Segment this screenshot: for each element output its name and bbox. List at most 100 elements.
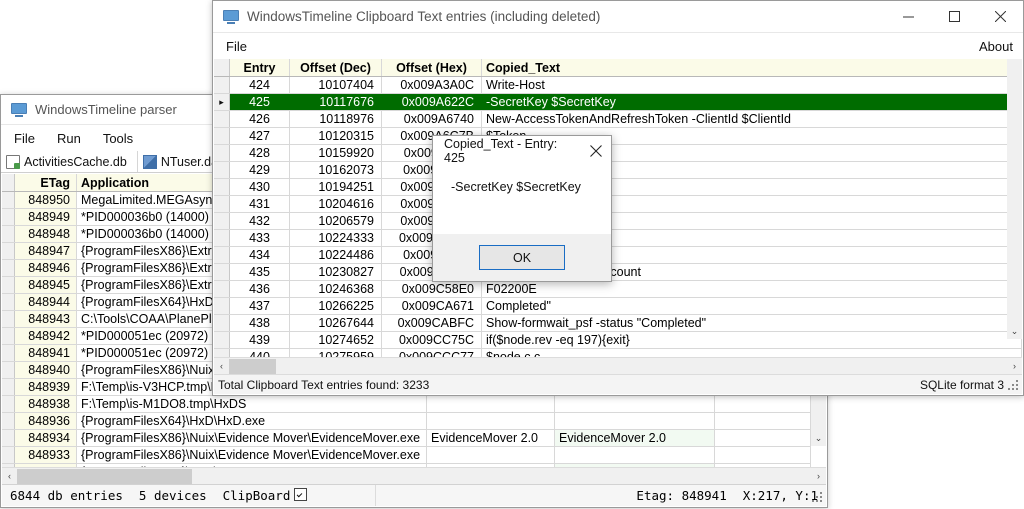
tab-activitiescache-db[interactable]: ActivitiesCache.db [1,151,138,172]
row-selector[interactable] [2,243,15,259]
cell-copied-text: Write-Host [482,77,1022,93]
row-selector[interactable] [2,294,15,310]
status-clipboard[interactable]: ClipBoard [215,488,316,503]
menu-file[interactable]: File [217,36,256,57]
row-selector[interactable] [2,396,15,412]
table-row[interactable]: ▸ 425 10117676 0x009A622C -SecretKey $Secret… [214,94,1022,111]
cell-offset-dec: 10206579 [290,213,382,229]
cell-offset-hex: 0x009A6740 [382,111,482,127]
row-selector[interactable] [2,447,15,463]
cell-entry: 436 [230,281,290,297]
menu-about[interactable]: About [979,39,1013,54]
row-selector[interactable] [214,332,230,348]
cell-entry: 440 [230,349,290,357]
table-row[interactable]: 427101203150x009A6C7B$Token [214,128,1022,145]
computer-monitor-icon [11,102,27,117]
menu-tools[interactable]: Tools [94,128,142,149]
row-selector[interactable] [2,209,15,225]
row-selector[interactable] [2,192,15,208]
row-selector[interactable] [214,264,230,280]
clipboard-vertical-scrollbar[interactable]: ⌄ [1007,59,1022,339]
cell-offset-dec: 10274652 [290,332,382,348]
table-row[interactable]: 431102046160x009BB5C8 [214,196,1022,213]
maximize-button[interactable] [931,1,977,33]
clipboard-titlebar[interactable]: WindowsTimeline Clipboard Text entries (… [213,1,1023,33]
row-selector[interactable] [2,362,15,378]
row-selector[interactable]: ▸ [214,94,230,110]
table-row[interactable]: 848938 F:\Temp\is-M1DO8.tmp\HxDS [2,396,811,413]
row-selector[interactable] [2,311,15,327]
scroll-down-arrow-icon[interactable]: ⌄ [811,431,826,446]
row-selector[interactable] [214,281,230,297]
row-selector[interactable] [2,260,15,276]
table-row[interactable]: 435102308270x009C1C2Be (get-date 1/1/198… [214,264,1022,281]
clipboard-checkbox[interactable] [294,488,308,501]
table-row[interactable]: 428101599200x009B0730$output)) [214,145,1022,162]
table-row[interactable]: 426 10118976 0x009A6740 New-AccessTokenAndR… [214,111,1022,128]
table-row[interactable]: 429101620730x009B0F99YBQFXGVGB [214,162,1022,179]
row-selector[interactable] [2,226,15,242]
row-selector[interactable] [2,277,15,293]
close-button[interactable] [977,1,1023,33]
row-selector[interactable] [214,111,230,127]
table-row[interactable]: 440 10275959 0x009CCC77 $node.c.c [214,349,1022,357]
close-icon[interactable] [581,136,611,166]
clipboard-grid-header: Entry Offset (Dec) Offset (Hex) Copied_T… [214,59,1022,77]
scroll-up-arrow-icon[interactable] [1007,59,1022,74]
resize-grip-icon[interactable] [812,492,824,504]
column-header-etag[interactable]: ETag [15,174,77,191]
scroll-right-arrow-icon[interactable]: › [1007,359,1022,374]
row-selector[interactable] [2,379,15,395]
row-selector[interactable] [214,315,230,331]
row-selector[interactable] [2,328,15,344]
row-selector[interactable] [2,345,15,361]
row-selector[interactable] [214,128,230,144]
table-row[interactable]: 433102243330x009C02CDAtnrX8KxgFI [214,230,1022,247]
resize-grip-icon[interactable] [1008,380,1020,392]
row-selector[interactable] [214,196,230,212]
row-selector[interactable] [214,247,230,263]
row-selector[interactable] [214,349,230,357]
column-header-copied-text[interactable]: Copied_Text [482,59,1022,76]
menu-run[interactable]: Run [48,128,90,149]
row-selector[interactable] [214,77,230,93]
row-selector[interactable] [214,213,230,229]
row-selector[interactable] [2,430,15,446]
cell-etag: 848942 [15,328,77,344]
row-selector[interactable] [214,230,230,246]
parser-statusbar: 6844 db entries 5 devices ClipBoard Etag… [2,484,826,506]
table-row[interactable]: 848934 {ProgramFilesX86}\Nuix\Evidence Mo… [2,430,811,447]
scroll-down-arrow-icon[interactable]: ⌄ [1007,324,1022,339]
parser-hscroll-thumb[interactable] [17,468,192,484]
minimize-button[interactable] [885,1,931,33]
row-selector[interactable] [214,298,230,314]
table-row[interactable]: 848933 {ProgramFilesX86}\Nuix\Evidence Mo… [2,447,811,464]
parser-horizontal-scrollbar[interactable]: ‹ › [2,467,826,484]
dialog-titlebar[interactable]: Copied_Text - Entry: 425 [433,136,611,166]
scroll-left-arrow-icon[interactable]: ‹ [2,469,17,484]
table-row[interactable]: 436 10246368 0x009C58E0 F02200E [214,281,1022,298]
row-selector[interactable] [214,162,230,178]
row-selector[interactable] [214,145,230,161]
table-row[interactable]: 430101942510x009B8D4B [214,179,1022,196]
menu-file[interactable]: File [5,128,44,149]
ok-button[interactable]: OK [479,245,565,270]
column-header-entry[interactable]: Entry [230,59,290,76]
table-row[interactable]: 424 10107404 0x009A3A0C Write-Host [214,77,1022,94]
clipboard-hscroll-thumb[interactable] [229,358,276,374]
table-row[interactable]: 439 10274652 0x009CC75C if($node.rev -eq 19… [214,332,1022,349]
row-selector[interactable] [2,413,15,429]
scroll-left-arrow-icon[interactable]: ‹ [214,359,229,374]
row-selector[interactable] [214,179,230,195]
table-row[interactable]: 434102244860x009C0366AtnrX8KxgFI [214,247,1022,264]
table-row[interactable]: 438 10267644 0x009CABFC Show-formwait_psf -… [214,315,1022,332]
table-row[interactable]: 432102065790x009BBD73 [214,213,1022,230]
table-row[interactable]: 848936 {ProgramFilesX64}\HxD\HxD.exe [2,413,811,430]
table-row[interactable]: 437 10266225 0x009CA671 Completed" [214,298,1022,315]
scroll-right-arrow-icon[interactable]: › [811,469,826,484]
clipboard-horizontal-scrollbar[interactable]: ‹ › [214,357,1022,374]
column-header-offset-dec[interactable]: Offset (Dec) [290,59,382,76]
column-header-offset-hex[interactable]: Offset (Hex) [382,59,482,76]
cell-offset-dec: 10162073 [290,162,382,178]
clipboard-data-grid[interactable]: Entry Offset (Dec) Offset (Hex) Copied_T… [214,59,1022,357]
